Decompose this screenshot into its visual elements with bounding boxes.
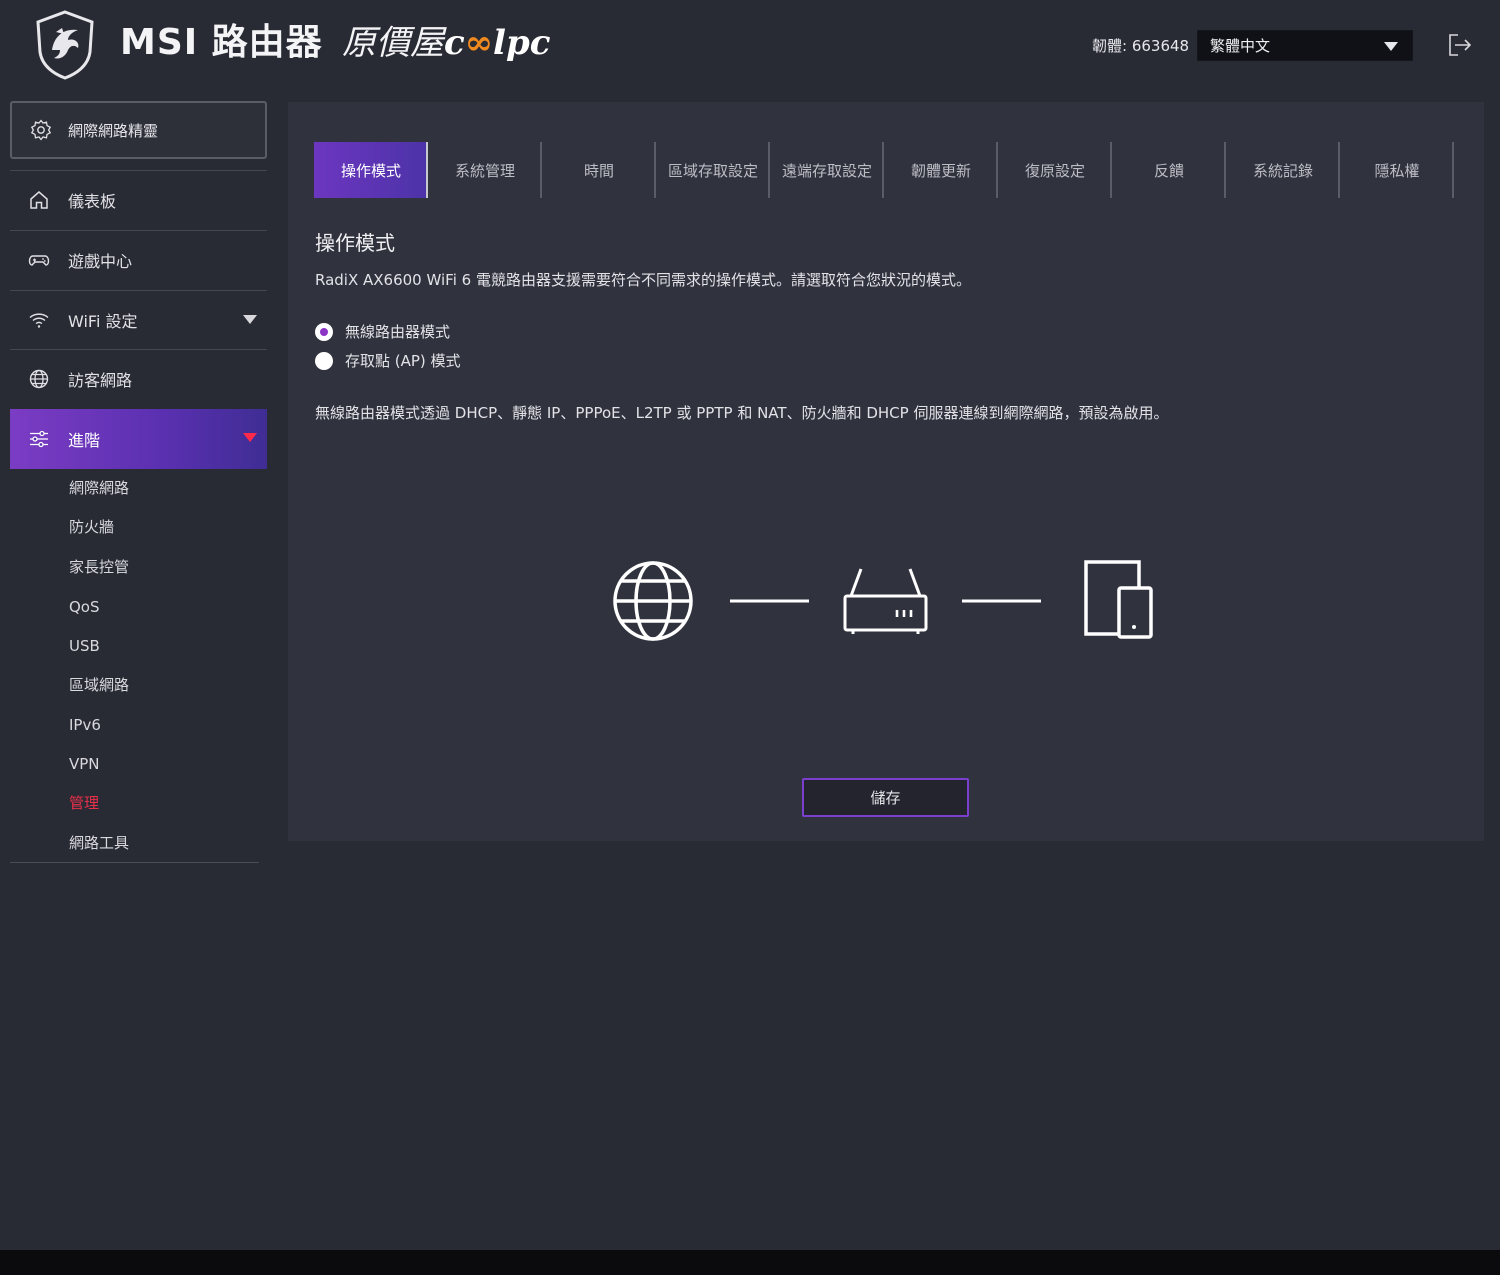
- internet-globe-icon: [613, 561, 693, 641]
- chevron-down-icon: [243, 433, 257, 442]
- sliders-icon: [30, 430, 48, 448]
- save-button[interactable]: 儲存: [802, 778, 969, 817]
- sidebar-item-label: 訪客網路: [68, 371, 133, 390]
- sidebar-item-advanced[interactable]: 進階: [10, 409, 267, 469]
- sidebar-divider: [10, 862, 259, 863]
- logout-icon[interactable]: [1446, 32, 1472, 58]
- submenu-administration[interactable]: 管理: [69, 793, 99, 813]
- network-topology-diagram: [613, 560, 1153, 641]
- header: MSI 路由器 原價屋c∞lpc 韌體: 663648 繁體中文: [0, 0, 1500, 92]
- internet-wizard-button[interactable]: 網際網路精靈: [10, 101, 267, 159]
- gear-icon: [30, 119, 52, 141]
- router-icon: [843, 568, 928, 634]
- submenu-usb[interactable]: USB: [69, 636, 100, 656]
- brand-title: MSI 路由器: [120, 22, 323, 63]
- language-select[interactable]: 繁體中文: [1197, 30, 1413, 61]
- sidebar-item-label: 遊戲中心: [68, 252, 133, 271]
- submenu-ipv6[interactable]: IPv6: [69, 715, 101, 735]
- submenu-parental-control[interactable]: 家長控管: [69, 557, 129, 577]
- sidebar-item-label: WiFi 設定: [68, 312, 138, 331]
- coolpc-logo-text: 原價屋c∞lpc: [342, 23, 551, 63]
- chevron-down-icon: [243, 315, 257, 324]
- submenu-qos[interactable]: QoS: [69, 597, 100, 617]
- bottom-bar: [0, 1250, 1500, 1275]
- msi-dragon-shield-logo: [36, 10, 94, 80]
- sidebar-item-wifi-settings[interactable]: WiFi 設定: [10, 290, 267, 349]
- internet-wizard-label: 網際網路精靈: [68, 121, 159, 140]
- submenu-network-tools[interactable]: 網路工具: [69, 833, 129, 853]
- gamepad-icon: [28, 255, 50, 266]
- globe-icon: [29, 369, 49, 389]
- sidebar-item-dashboard[interactable]: 儀表板: [10, 170, 267, 229]
- submenu-internet[interactable]: 網際網路: [69, 478, 129, 498]
- devices-icon: [1084, 560, 1153, 639]
- sidebar-item-guest-network[interactable]: 訪客網路: [10, 349, 267, 408]
- chevron-down-icon: [1384, 42, 1398, 51]
- firmware-version: 韌體: 663648: [1092, 37, 1190, 55]
- home-icon: [30, 191, 48, 209]
- wifi-icon: [29, 313, 49, 328]
- sidebar-item-gaming-center[interactable]: 遊戲中心: [10, 230, 267, 289]
- submenu-lan[interactable]: 區域網路: [69, 675, 129, 695]
- sidebar-item-label: 進階: [68, 431, 101, 450]
- language-select-value: 繁體中文: [1210, 37, 1271, 55]
- submenu-vpn[interactable]: VPN: [69, 754, 100, 774]
- submenu-firewall[interactable]: 防火牆: [69, 517, 114, 537]
- main-panel: 操作模式 系統管理 時間 區域存取設定 遠端存取設定 韌體更新 復原設定 反饋 …: [288, 102, 1484, 841]
- sidebar-item-label: 儀表板: [68, 192, 117, 211]
